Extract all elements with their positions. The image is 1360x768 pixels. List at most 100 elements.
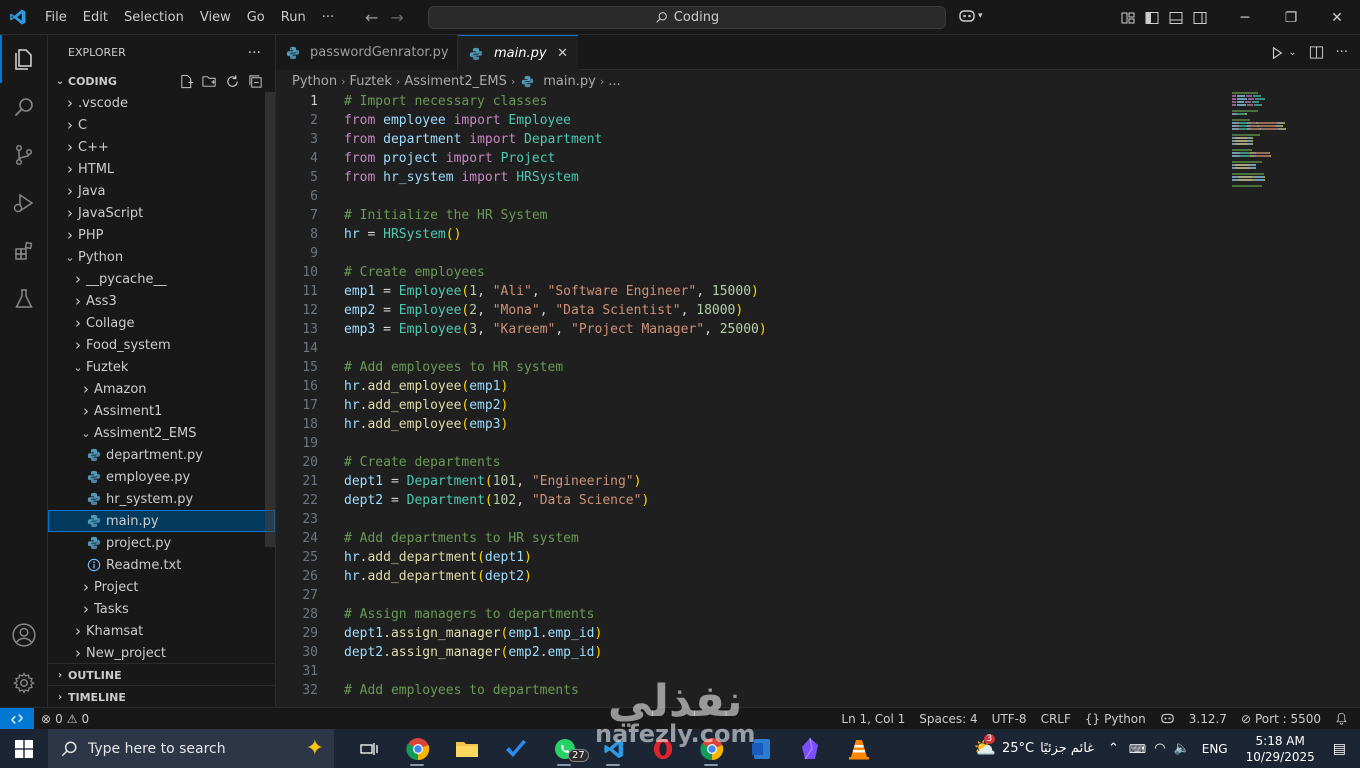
code-line[interactable]: # Create departments (344, 453, 767, 472)
code-line[interactable]: dept1 = Department(101, "Engineering") (344, 472, 767, 491)
folder-project[interactable]: › Project (48, 576, 275, 598)
folder-tasks[interactable]: › Tasks (48, 598, 275, 620)
folder-fuztek[interactable]: ⌄ Fuztek (48, 356, 275, 378)
file-hr-system-py[interactable]: hr_system.py (48, 488, 275, 510)
code-line[interactable]: hr.add_department(dept1) (344, 548, 767, 567)
refresh-icon[interactable] (225, 74, 240, 89)
chrome-app[interactable] (393, 729, 442, 768)
code-line[interactable]: from hr_system import HRSystem (344, 168, 767, 187)
code-line[interactable]: # Import necessary classes (344, 92, 767, 111)
new-folder-icon[interactable] (202, 74, 217, 89)
new-file-icon[interactable] (179, 74, 194, 89)
code-line[interactable]: dept1.assign_manager(emp1.emp_id) (344, 624, 767, 643)
code-line[interactable]: from project import Project (344, 149, 767, 168)
cursor-position[interactable]: Ln 1, Col 1 (834, 708, 912, 730)
code-line[interactable]: hr.add_employee(emp3) (344, 415, 767, 434)
folder-assiment1[interactable]: › Assiment1 (48, 400, 275, 422)
testing-activity[interactable] (0, 275, 48, 323)
folder-php[interactable]: › PHP (48, 224, 275, 246)
obsidian-app[interactable] (785, 729, 834, 768)
task-view-button[interactable] (344, 729, 393, 768)
timeline-section[interactable]: › TIMELINE (48, 685, 275, 707)
breadcrumb-item[interactable]: ... (608, 74, 620, 89)
code-line[interactable] (344, 510, 767, 529)
menu-item[interactable]: Run (273, 0, 314, 35)
file-project-py[interactable]: project.py (48, 532, 275, 554)
breadcrumb-item[interactable]: main.py (543, 74, 596, 89)
code-line[interactable] (344, 244, 767, 263)
code-line[interactable]: # Initialize the HR System (344, 206, 767, 225)
folder-javascript[interactable]: › JavaScript (48, 202, 275, 224)
folder-vscode[interactable]: › .vscode (48, 92, 275, 114)
code-line[interactable] (344, 187, 767, 206)
file-readme-txt[interactable]: Readme.txt (48, 554, 275, 576)
problems-indicator[interactable]: ⊗ 0 ⚠ 0 (34, 708, 96, 730)
code-line[interactable]: from department import Department (344, 130, 767, 149)
code-line[interactable]: # Assign managers to departments (344, 605, 767, 624)
collapse-all-icon[interactable] (248, 74, 263, 89)
notification-center-icon[interactable]: ▤ (1325, 741, 1360, 757)
code-line[interactable]: emp3 = Employee(3, "Kareem", "Project Ma… (344, 320, 767, 339)
code-line[interactable]: hr.add_department(dept2) (344, 567, 767, 586)
breadcrumb-item[interactable]: Fuztek (349, 74, 391, 89)
code-line[interactable]: from employee import Employee (344, 111, 767, 130)
explorer-activity[interactable] (0, 35, 48, 83)
customize-layout-icon[interactable] (1120, 10, 1136, 26)
chevron-down-icon[interactable]: ⌄ (1288, 47, 1296, 58)
folder-c[interactable]: › C++ (48, 136, 275, 158)
code-editor[interactable]: 1 2 3 4 5 6 7 8 9 10 11 12 13 14 15 16 17 18 19 20 21 22 23 24 2… (276, 92, 1360, 707)
close-icon[interactable]: ✕ (1314, 0, 1360, 35)
code-line[interactable]: dept2 = Department(102, "Data Science") (344, 491, 767, 510)
menu-item[interactable]: Selection (116, 0, 192, 35)
copilot-status[interactable] (1153, 708, 1182, 730)
end-of-line[interactable]: CRLF (1034, 708, 1078, 730)
tab-main-py[interactable]: main.py ✕ (458, 35, 578, 71)
file-department-py[interactable]: department.py (48, 444, 275, 466)
code-line[interactable]: # Add departments to HR system (344, 529, 767, 548)
breadcrumb-item[interactable]: Python (292, 74, 337, 89)
code-line[interactable] (344, 586, 767, 605)
more-actions-icon[interactable]: ··· (248, 45, 261, 61)
code-line[interactable]: hr.add_employee(emp1) (344, 377, 767, 396)
run-debug-activity[interactable] (0, 179, 48, 227)
accounts-activity[interactable] (0, 611, 48, 659)
toggle-primary-sidebar-icon[interactable] (1144, 10, 1160, 26)
back-arrow-icon[interactable]: ← (365, 8, 378, 27)
folder-new-project[interactable]: › New_project (48, 642, 275, 664)
restore-icon[interactable]: ❐ (1268, 0, 1314, 35)
source-control-activity[interactable] (0, 131, 48, 179)
code-line[interactable]: hr.add_employee(emp2) (344, 396, 767, 415)
code-line[interactable]: emp1 = Employee(1, "Ali", "Software Engi… (344, 282, 767, 301)
vlc-app[interactable] (834, 729, 883, 768)
menu-item[interactable]: Go (239, 0, 273, 35)
manage-activity[interactable] (0, 659, 48, 707)
folder-java[interactable]: › Java (48, 180, 275, 202)
folder-html[interactable]: › HTML (48, 158, 275, 180)
menu-item[interactable]: File (37, 0, 75, 35)
command-center[interactable]: Coding (428, 6, 946, 29)
python-version[interactable]: 3.12.7 (1182, 708, 1234, 730)
folder-assiment2-ems[interactable]: ⌄ Assiment2_EMS (48, 422, 275, 444)
outline-section[interactable]: › OUTLINE (48, 663, 275, 685)
toggle-secondary-sidebar-icon[interactable] (1192, 10, 1208, 26)
workspace-root-header[interactable]: ⌄ CODING (48, 70, 275, 92)
folder-ass3[interactable]: › Ass3 (48, 290, 275, 312)
encoding[interactable]: UTF-8 (985, 708, 1034, 730)
file-explorer-app[interactable] (442, 729, 491, 768)
explorer-scrollbar[interactable] (265, 92, 275, 547)
run-python-icon[interactable] (1270, 46, 1284, 60)
chevron-up-icon[interactable]: ⌃ (1102, 741, 1125, 756)
todo-app[interactable] (491, 729, 540, 768)
code-line[interactable] (344, 434, 767, 453)
taskbar-search[interactable]: Type here to search ✦ (48, 729, 334, 768)
forward-arrow-icon[interactable]: → (390, 8, 403, 27)
wifi-icon[interactable]: ◠ (1150, 741, 1169, 756)
ime-icon[interactable]: ⌨ (1125, 742, 1150, 756)
tab-password-generator[interactable]: passwordGenrator.py (276, 35, 458, 70)
menu-item[interactable]: Edit (75, 0, 116, 35)
whatsapp-app[interactable]: 27 (540, 729, 589, 768)
code-line[interactable]: hr = HRSystem() (344, 225, 767, 244)
folder-khamsat[interactable]: › Khamsat (48, 620, 275, 642)
language-mode[interactable]: {} Python (1078, 708, 1153, 730)
file-employee-py[interactable]: employee.py (48, 466, 275, 488)
